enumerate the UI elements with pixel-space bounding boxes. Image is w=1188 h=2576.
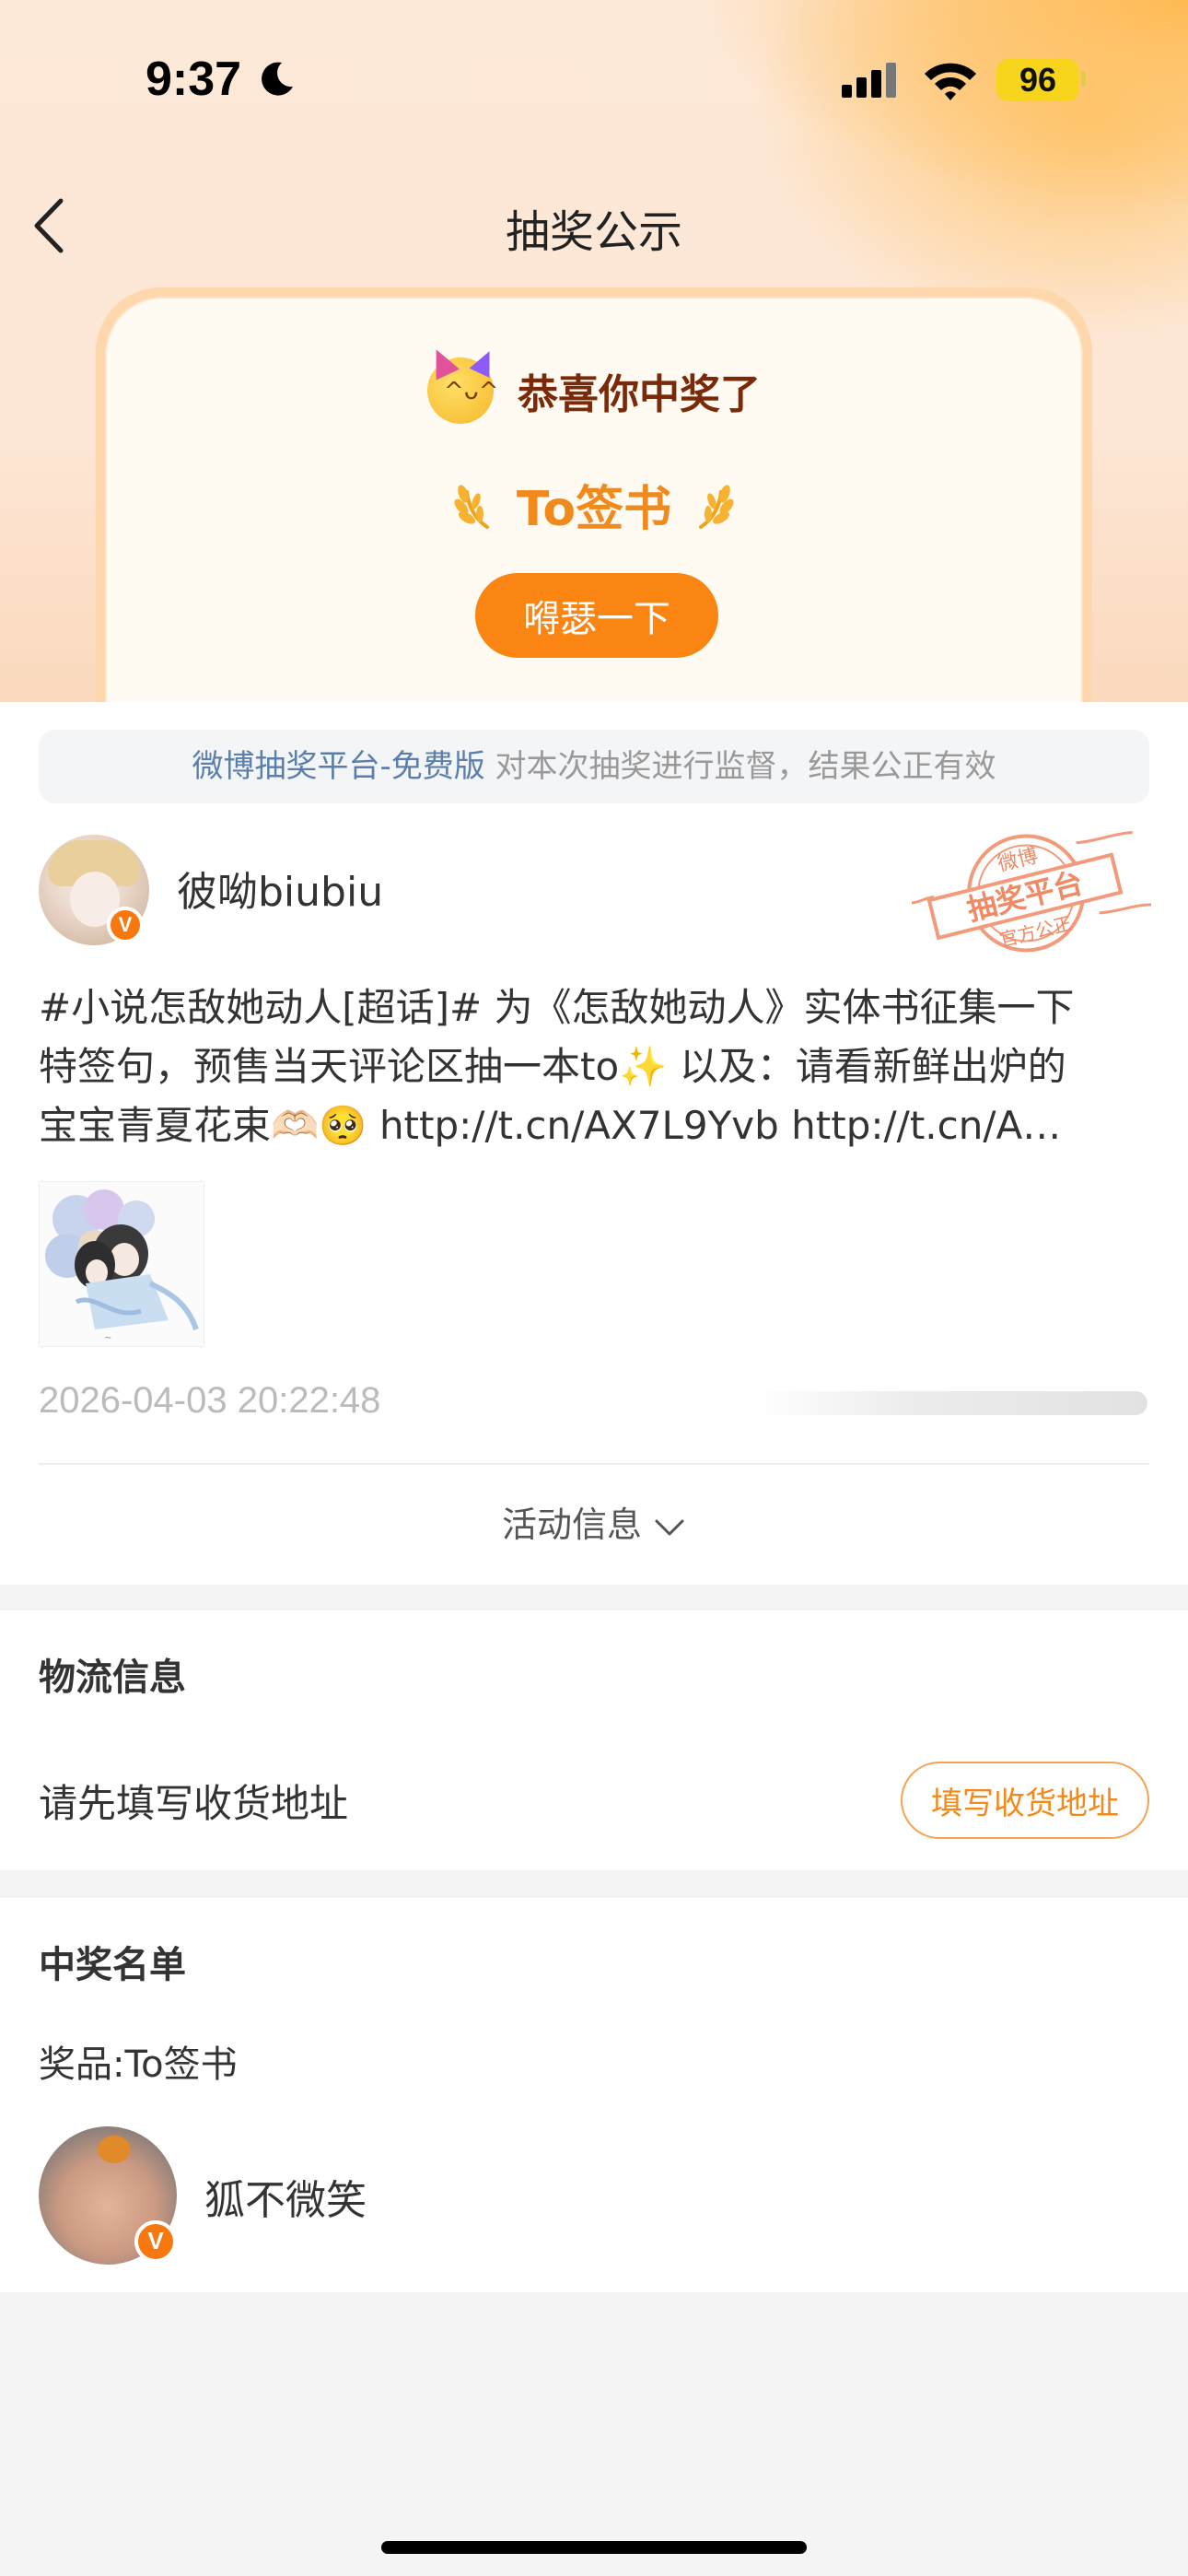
chevron-down-icon bbox=[655, 1519, 684, 1535]
laurel-left-icon bbox=[454, 484, 489, 529]
blurred-content bbox=[755, 1391, 1147, 1415]
notice-text: 对本次抽奖进行监督，结果公正有效 bbox=[484, 748, 996, 785]
post-image-thumbnail[interactable]: ~ bbox=[39, 1181, 204, 1347]
verified-badge-icon: V bbox=[134, 2220, 177, 2263]
prize-label: 奖品:To签书 bbox=[39, 2043, 238, 2086]
prize-card: ^ᴗ^ 恭喜你中奖了 To签书 嘚瑟一下 bbox=[96, 287, 1092, 720]
laurel-right-icon bbox=[699, 484, 734, 529]
winners-title: 中奖名单 bbox=[39, 1944, 186, 1986]
party-emoji-icon: ^ᴗ^ bbox=[424, 344, 500, 424]
status-bar: 9:37 96 bbox=[0, 0, 1188, 157]
congrats-text: 恭喜你中奖了 bbox=[518, 371, 761, 418]
prize-row: To签书 bbox=[107, 470, 1081, 539]
activity-info-label: 活动信息 bbox=[501, 1505, 642, 1545]
lottery-post-panel: 微博抽奖平台-免费版 对本次抽奖进行监督，结果公正有效 V 彼呦biubiu 微… bbox=[0, 702, 1188, 1585]
show-off-button[interactable]: 嘚瑟一下 bbox=[475, 573, 718, 658]
home-indicator bbox=[381, 2541, 807, 2554]
stamp-line-weibo: 微博 bbox=[996, 845, 1041, 877]
battery-nub bbox=[1081, 72, 1086, 87]
battery-indicator: 96 bbox=[996, 59, 1079, 101]
page-title: 抽奖公示 bbox=[505, 206, 682, 258]
bouquet-illustration: ~ bbox=[45, 1189, 199, 1343]
fill-address-button[interactable]: 填写收货地址 bbox=[901, 1762, 1149, 1839]
post-body[interactable]: #小说怎敌她动人[超话]# 为《怎敌她动人》实体书征集一下 特签句，预售当天评论… bbox=[39, 978, 1153, 1155]
winner-name[interactable]: 狐不微笑 bbox=[204, 2167, 367, 2226]
divider bbox=[39, 1463, 1149, 1465]
supervision-notice: 微博抽奖平台-免费版 对本次抽奖进行监督，结果公正有效 bbox=[39, 730, 1149, 803]
prize-name: To签书 bbox=[516, 482, 672, 537]
winners-panel: 中奖名单 奖品:To签书 V 狐不微笑 bbox=[0, 1898, 1188, 2292]
logistics-title: 物流信息 bbox=[39, 1657, 186, 1699]
congrats-row: ^ᴗ^ 恭喜你中奖了 bbox=[107, 344, 1081, 424]
prize-card-inner: ^ᴗ^ 恭喜你中奖了 To签书 嘚瑟一下 bbox=[105, 297, 1083, 720]
author-name[interactable]: 彼呦biubiu bbox=[177, 859, 383, 918]
post-timestamp: 2026-04-03 20:22:48 bbox=[39, 1380, 381, 1421]
svg-text:~: ~ bbox=[104, 1333, 111, 1343]
logistics-panel: 物流信息 请先填写收货地址 填写收货地址 bbox=[0, 1610, 1188, 1870]
cellular-signal-icon bbox=[842, 63, 896, 98]
status-time: 9:37 bbox=[146, 53, 242, 106]
verified-badge-icon: V bbox=[107, 907, 144, 943]
moon-icon bbox=[262, 62, 293, 96]
wifi-icon bbox=[925, 63, 976, 100]
activity-info-toggle[interactable]: 活动信息 bbox=[0, 1496, 1188, 1547]
official-lottery-stamp: 微博 抽奖平台 官方公正 bbox=[912, 831, 1151, 953]
address-hint: 请先填写收货地址 bbox=[39, 1781, 349, 1826]
platform-link[interactable]: 微博抽奖平台-免费版 bbox=[192, 748, 484, 785]
